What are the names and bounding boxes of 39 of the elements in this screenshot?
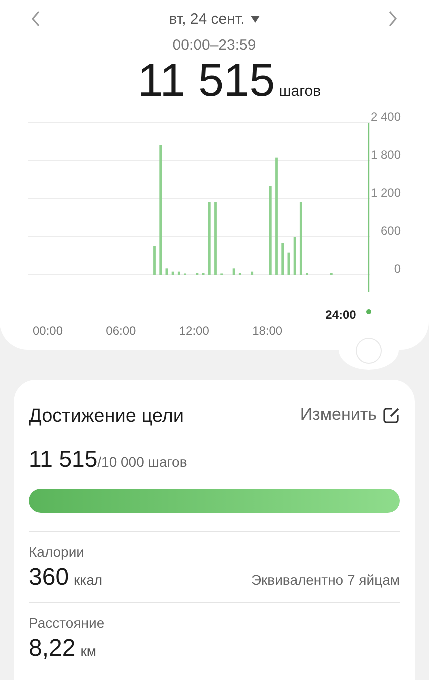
bar: [251, 272, 254, 275]
axis-label: 06:00: [106, 324, 136, 338]
goal-steps: 11 515: [29, 446, 98, 473]
stat-label: Калории: [29, 544, 86, 560]
chevron-left-icon: [31, 11, 41, 27]
edit-button[interactable]: Изменить: [300, 405, 400, 425]
dropdown-triangle-icon: [250, 16, 260, 22]
bar: [232, 268, 236, 275]
bar: [178, 272, 180, 275]
goal-target: /10 000 шагов: [98, 454, 188, 470]
step-count: 11 515: [138, 54, 276, 106]
stat-unit: км: [80, 643, 96, 659]
step-unit: шагов: [279, 83, 322, 100]
axis-label: 2 400: [370, 110, 401, 124]
edit-icon: [383, 406, 400, 424]
stat-label: Расстояние: [29, 615, 106, 631]
chevron-right-icon: [388, 11, 398, 27]
bar: [288, 252, 290, 275]
stat-note: Эквивалентно 7 яйцам: [251, 572, 400, 588]
axis-label: 12:00: [179, 324, 210, 338]
axis-label: 600: [380, 224, 401, 238]
card-title: Достижение цели: [29, 406, 184, 428]
axis-label: 0: [394, 262, 401, 276]
axis-label: 00:00: [32, 324, 64, 338]
stat-value: 360: [29, 564, 70, 592]
bar: [282, 243, 284, 275]
bar: [294, 237, 296, 275]
axis-label: 1 200: [370, 186, 401, 200]
bar: [166, 268, 168, 275]
axis-label: 18:00: [252, 324, 283, 338]
cursor-label: 24:00: [326, 308, 356, 322]
bar: [172, 272, 174, 275]
time-range: 00:00–23:59: [172, 37, 258, 54]
date-selector[interactable]: вт, 24 сент.: [169, 10, 260, 28]
stat-value: 8,22: [29, 635, 76, 663]
stat-unit: ккал: [74, 572, 103, 588]
axis-label: 1 800: [370, 148, 401, 162]
bar: [154, 246, 156, 275]
time-cursor[interactable]: [366, 123, 372, 314]
